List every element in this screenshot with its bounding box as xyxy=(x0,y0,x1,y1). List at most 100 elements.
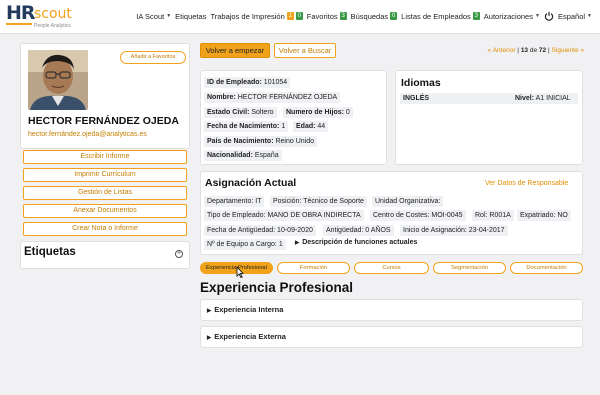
logo-hr-text: HR xyxy=(6,2,36,24)
chevron-down-icon: ▼ xyxy=(166,13,172,19)
field-centro-costes: Centro de Costes: MOI-0045 xyxy=(370,210,466,221)
etiquetas-title: Etiquetas xyxy=(24,246,76,258)
add-favorite-button[interactable]: Añadir a Favoritos xyxy=(120,51,186,64)
busquedas-badge: 0 xyxy=(390,12,398,20)
power-icon[interactable] xyxy=(544,11,554,21)
previous-link[interactable]: « Anterior xyxy=(488,47,516,54)
pager: « Anterior | 13 de 72 | Siguiente » xyxy=(488,47,584,54)
field-label: Edad: xyxy=(296,123,316,130)
field-value: Soltero xyxy=(251,109,274,116)
field-nacionalidad: Nacionalidad: España xyxy=(204,150,282,161)
manage-lists-button[interactable]: Gestión de Listas xyxy=(23,186,187,200)
employee-name: HECTOR FERNÁNDEZ OJEDA xyxy=(28,115,179,127)
employee-photo xyxy=(28,50,88,110)
attach-documents-button[interactable]: Anexar Documentos xyxy=(23,204,187,218)
logo-scout-text: scout xyxy=(34,6,72,22)
field-value: HECTOR FERNÁNDEZ OJEDA xyxy=(237,94,338,101)
field-edad: Edad: 44 xyxy=(293,121,329,132)
pager-de: de xyxy=(529,47,538,54)
print-cv-button[interactable]: Imprimir Currículum xyxy=(23,168,187,182)
add-tag-icon[interactable]: + xyxy=(175,250,183,258)
tab-documentacion[interactable]: Documentación xyxy=(510,262,583,274)
ver-responsable-link[interactable]: Ver Datos de Responsable xyxy=(485,180,568,187)
employee-email[interactable]: hector.fernández.ojeda@analyticas.es xyxy=(28,131,147,138)
nav-autorizaciones-label: Autorizaciones xyxy=(483,11,533,21)
field-inicio-asignacion: Inicio de Asignación: 23-04-2017 xyxy=(400,225,508,236)
field-estado-civil: Estado Civil: Soltero xyxy=(204,107,277,118)
field-fecha-nacimiento: Fecha de Nacimiento: 1 xyxy=(204,121,289,132)
back-to-search-button[interactable]: Volver a Buscar xyxy=(274,43,336,58)
field-equipo-cargo: Nº de Equipo a Cargo: 1 xyxy=(204,239,286,250)
nivel-value: A1 INICIAL xyxy=(535,95,571,102)
write-report-button[interactable]: Escribir Informe xyxy=(23,150,187,164)
nav-etiquetas[interactable]: Etiquetas xyxy=(175,12,206,21)
field-numero-hijos: Numero de Hijos: 0 xyxy=(283,107,353,118)
field-posicion: Posición: Técnico de Soporte xyxy=(270,196,367,207)
listas-badge: 3 xyxy=(472,12,480,20)
field-antiguedad: Antigüedad: 0 AÑOS xyxy=(323,225,394,236)
chevron-down-icon: ▼ xyxy=(587,13,592,19)
nav-busquedas-label: Búsquedas xyxy=(350,11,389,21)
field-pais-nacimiento: País de Nacimiento: Reino Unido xyxy=(204,136,318,147)
pager-current: 13 xyxy=(520,47,529,54)
nav-ia-scout[interactable]: IA Scout ▼ xyxy=(136,12,171,21)
restart-button[interactable]: Volver a empezar xyxy=(200,43,270,58)
create-note-button[interactable]: Crear Nota o Informe xyxy=(23,222,187,236)
mouse-cursor-icon xyxy=(236,266,244,278)
logo-tagline: People Analytics xyxy=(34,23,71,29)
field-value: 1 xyxy=(281,123,286,130)
nav-trabajos-label: Trabajos de Impresión xyxy=(210,11,285,21)
field-nombre: Nombre: HECTOR FERNÁNDEZ OJEDA xyxy=(204,92,341,103)
pager-separator: | xyxy=(517,47,519,54)
experiencia-title: Experiencia Profesional xyxy=(200,280,354,295)
tab-formacion[interactable]: Formación xyxy=(277,262,350,274)
triangle-right-icon: ▶ xyxy=(295,240,300,246)
top-navbar: HR scout People Analytics IA Scout ▼ Etiq… xyxy=(0,0,600,34)
nav-trabajos-impresion[interactable]: Trabajos de Impresión 1 0 xyxy=(210,11,303,21)
field-value: 0 xyxy=(345,109,350,116)
next-link[interactable]: Siguiente » xyxy=(551,47,584,54)
field-rol: Rol: R001A xyxy=(472,210,514,221)
field-label: Nacionalidad: xyxy=(207,152,253,159)
field-value: 44 xyxy=(317,123,326,130)
trabajos-badge-done: 0 xyxy=(295,12,303,20)
tab-segmentacion[interactable]: Segmentación xyxy=(433,262,506,274)
asignacion-title: Asignación Actual xyxy=(205,177,297,189)
nav-favoritos[interactable]: Favoritos 3 xyxy=(307,12,347,21)
nav-listas-label: Listas de Empleados xyxy=(401,11,471,21)
language-row: INGLÉS Nivel: A1 INICIAL xyxy=(400,93,578,104)
field-tipo-empleado: Tipo de Empleado: MANO DE OBRA INDIRECTA xyxy=(204,210,364,221)
pager-separator: | xyxy=(547,47,550,54)
experiencia-interna-label: Experiencia Interna xyxy=(214,305,284,314)
field-label: ID de Empleado: xyxy=(207,79,262,86)
field-value: España xyxy=(254,152,279,159)
descripcion-label: Descripción de funciones actuales xyxy=(302,239,418,246)
logo-rule xyxy=(6,23,32,25)
pager-total: 72 xyxy=(538,47,547,54)
field-fecha-antiguedad: Fecha de Antigüedad: 10-09-2020 xyxy=(204,225,316,236)
field-label: Fecha de Nacimiento: xyxy=(207,123,280,130)
nav-busquedas[interactable]: Búsquedas 0 xyxy=(351,12,398,21)
triangle-right-icon: ▶ xyxy=(207,308,212,314)
field-unidad-organizativa: Unidad Organizativa: xyxy=(372,196,444,207)
nav-idioma[interactable]: Español ▼ xyxy=(558,12,592,21)
favoritos-badge: 3 xyxy=(339,12,347,20)
field-departamento: Departamento: IT xyxy=(204,196,265,207)
field-label: Numero de Hijos: xyxy=(286,109,344,116)
descripcion-toggle[interactable]: ▶ Descripción de funciones actuales xyxy=(295,239,417,246)
triangle-right-icon: ▶ xyxy=(207,335,212,341)
nav-favoritos-label: Favoritos xyxy=(306,11,338,21)
experiencia-interna-accordion[interactable]: ▶ Experiencia Interna xyxy=(200,299,583,321)
nav-idioma-label: Español xyxy=(557,11,586,21)
experiencia-externa-accordion[interactable]: ▶ Experiencia Externa xyxy=(200,326,583,348)
chevron-down-icon: ▼ xyxy=(534,13,540,19)
tab-cursos[interactable]: Cursos xyxy=(354,262,429,274)
nav-listas-empleados[interactable]: Listas de Empleados 3 xyxy=(401,12,480,21)
field-value: 101054 xyxy=(263,79,288,86)
idiomas-title: Idiomas xyxy=(401,77,441,89)
nivel-label: Nivel: xyxy=(515,95,535,102)
field-label: Estado Civil: xyxy=(207,109,250,116)
nav-ia-scout-label: IA Scout xyxy=(136,11,165,21)
nav-autorizaciones[interactable]: Autorizaciones ▼ xyxy=(484,12,540,21)
hrscout-logo[interactable]: HR scout People Analytics xyxy=(6,2,86,32)
